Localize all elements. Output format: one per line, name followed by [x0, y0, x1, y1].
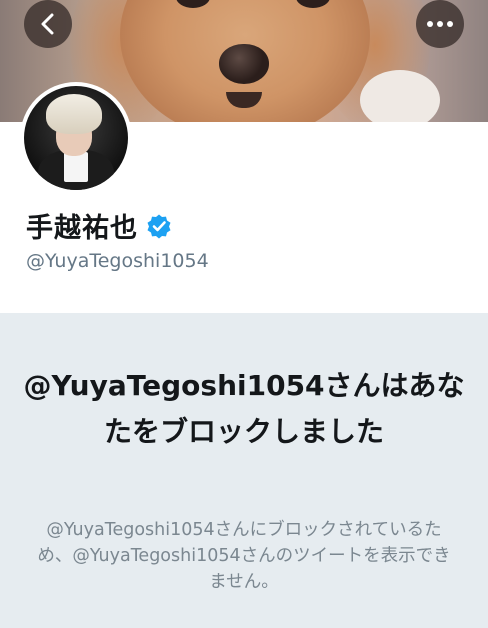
- banner-dog-chest: [360, 70, 440, 122]
- display-name-text: 手越祐也: [26, 213, 138, 244]
- verified-badge-icon: [147, 214, 171, 238]
- profile-display-name: 手越祐也: [26, 206, 172, 245]
- avatar: [24, 86, 128, 190]
- profile-handle: @YuyaTegoshi1054: [26, 250, 209, 272]
- chevron-left-icon: [41, 13, 54, 35]
- blocked-notice-panel: @YuyaTegoshi1054さんはあなたをブロックしました @YuyaTeg…: [0, 313, 488, 628]
- blocked-notice-description: @YuyaTegoshi1054さんにブロックされているため、@YuyaTego…: [37, 520, 451, 592]
- back-button[interactable]: [24, 0, 72, 48]
- banner-dog-nose: [219, 44, 269, 84]
- avatar-frame[interactable]: [20, 82, 132, 194]
- more-options-button[interactable]: [416, 0, 464, 48]
- blocked-notice-title: @YuyaTegoshi1054さんはあなたをブロックしました: [23, 369, 465, 448]
- more-horizontal-icon: [427, 21, 453, 27]
